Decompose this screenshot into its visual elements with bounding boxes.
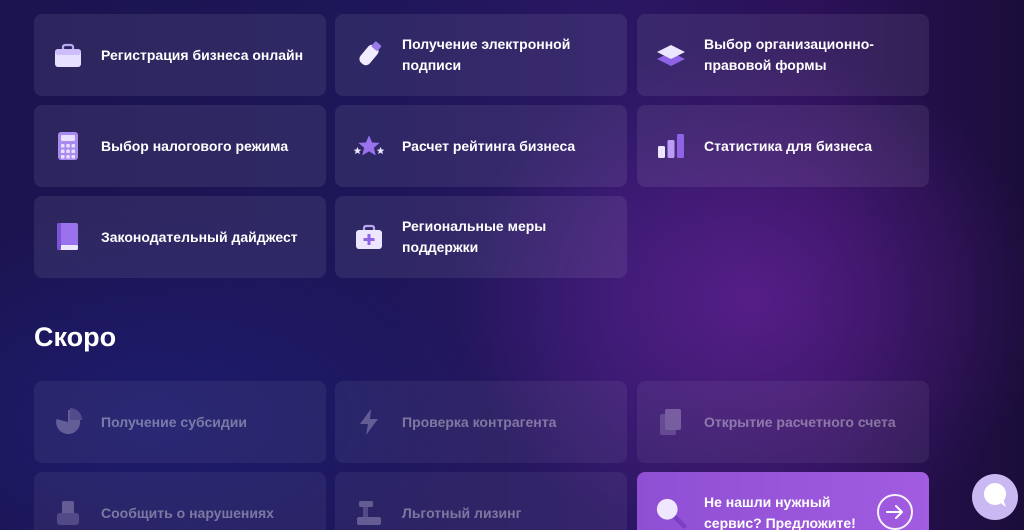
service-label: Законодательный дайджест — [101, 228, 298, 245]
service-label: Выбор организационно-правовой формы — [704, 36, 874, 73]
service-label: Расчет рейтинга бизнеса — [402, 137, 576, 154]
service-card-business-rating[interactable]: Расчет рейтинга бизнеса — [335, 105, 627, 187]
service-label: Региональные меры поддержки — [402, 218, 547, 255]
calculator-icon — [52, 130, 84, 162]
megaphone-icon — [52, 497, 84, 529]
services-page: Регистрация бизнеса онлайн Получение эле… — [0, 0, 1024, 530]
service-label: Статистика для бизнеса — [704, 137, 872, 154]
service-card-legal-form[interactable]: Выбор организационно-правовой формы — [637, 14, 929, 96]
book-icon — [52, 221, 84, 253]
service-card-business-statistics[interactable]: Статистика для бизнеса — [637, 105, 929, 187]
soon-card-bank-account: Открытие расчетного счета — [637, 381, 929, 463]
chat-bubble-icon — [981, 481, 1009, 514]
service-label: Выбор налогового режима — [101, 137, 289, 154]
usb-key-icon — [353, 39, 385, 71]
soon-label: Открытие расчетного счета — [704, 413, 896, 430]
stars-icon — [353, 130, 385, 162]
bar-chart-icon — [655, 130, 687, 162]
service-label: Получение электронной подписи — [402, 36, 571, 73]
pie-chart-icon — [52, 406, 84, 438]
service-card-legislative-digest[interactable]: Законодательный дайджест — [34, 196, 326, 278]
soon-card-report-violations: Сообщить о нарушениях — [34, 472, 326, 530]
chat-button[interactable] — [972, 474, 1018, 520]
soon-label: Проверка контрагента — [402, 413, 557, 430]
service-card-e-signature[interactable]: Получение электронной подписи — [335, 14, 627, 96]
arrow-right-icon[interactable] — [877, 494, 913, 530]
soon-label: Получение субсидии — [101, 413, 247, 430]
service-card-tax-regime[interactable]: Выбор налогового режима — [34, 105, 326, 187]
suggest-service-card[interactable]: Не нашли нужный сервис? Предложите! — [637, 472, 929, 530]
soon-label: Сообщить о нарушениях — [101, 504, 274, 521]
soon-label: Льготный лизинг — [402, 504, 522, 521]
service-card-business-registration[interactable]: Регистрация бизнеса онлайн — [34, 14, 326, 96]
documents-icon — [655, 406, 687, 438]
first-aid-kit-icon — [353, 221, 385, 253]
service-label: Регистрация бизнеса онлайн — [101, 46, 304, 63]
lightning-icon — [353, 406, 385, 438]
layers-icon — [655, 39, 687, 71]
soon-card-preferential-leasing: Льготный лизинг — [335, 472, 627, 530]
briefcase-icon — [52, 39, 84, 71]
soon-card-counterparty-check: Проверка контрагента — [335, 381, 627, 463]
service-card-regional-support[interactable]: Региональные меры поддержки — [335, 196, 627, 278]
suggest-label: Не нашли нужный сервис? Предложите! — [704, 494, 856, 530]
soon-card-subsidy: Получение субсидии — [34, 381, 326, 463]
magnifier-icon — [655, 497, 687, 529]
machine-icon — [353, 497, 385, 529]
section-title-soon: Скоро — [34, 322, 117, 352]
